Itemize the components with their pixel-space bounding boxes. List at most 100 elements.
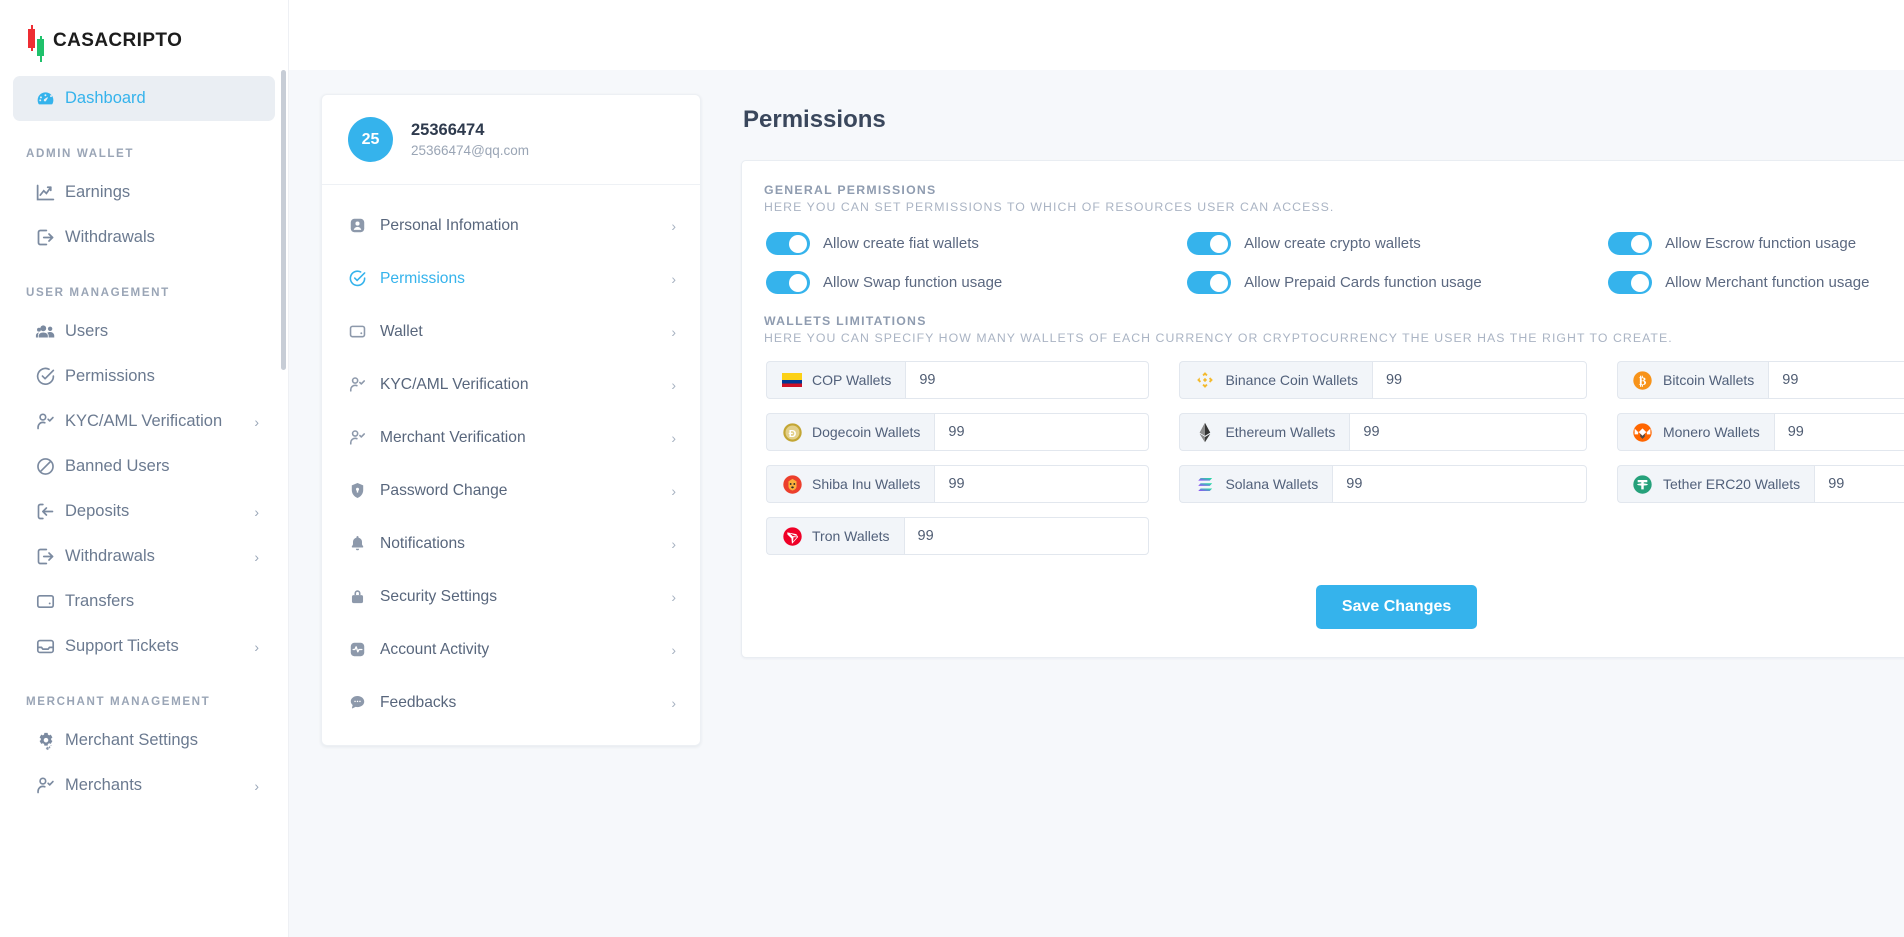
page-title: Permissions (741, 94, 1904, 160)
wallet-limit-input[interactable] (1768, 361, 1904, 399)
sidebar-item-users[interactable]: Users (13, 309, 275, 354)
toggle-allow-create-fiat-wallets[interactable]: Allow create fiat wallets (766, 232, 1187, 255)
wallet-limit-input[interactable] (1372, 361, 1587, 399)
toggle-switch[interactable] (766, 232, 810, 255)
wallet-limit-input[interactable] (934, 465, 1149, 503)
binance-coin-icon (1194, 369, 1216, 391)
toggle-allow-create-crypto-wallets[interactable]: Allow create crypto wallets (1187, 232, 1608, 255)
chevron-right-icon: › (671, 271, 676, 287)
toggle-allow-swap-function-usage[interactable]: Allow Swap function usage (766, 271, 1187, 294)
shiba-inu-icon (781, 473, 803, 495)
inbox-icon (35, 636, 65, 657)
candlestick-logo-icon (28, 26, 44, 56)
sidebar-item-support-tickets[interactable]: Support Tickets › (13, 624, 275, 669)
toggle-allow-prepaid-cards-function-usage[interactable]: Allow Prepaid Cards function usage (1187, 271, 1608, 294)
chevron-right-icon: › (671, 218, 676, 234)
sidebar-item-earnings[interactable]: Earnings (13, 170, 275, 215)
user-nav-feedbacks[interactable]: Feedbacks › (322, 676, 700, 729)
sidebar-item-merchant-settings[interactable]: Merchant Settings (13, 718, 275, 763)
toggle-switch[interactable] (1187, 232, 1231, 255)
user-nav-security-settings[interactable]: Security Settings › (322, 570, 700, 623)
chevron-right-icon: › (254, 779, 259, 793)
user-nav-notifications[interactable]: Notifications › (322, 517, 700, 570)
user-nav-wallet[interactable]: Wallet › (322, 305, 700, 358)
wallet-limit-input[interactable] (1349, 413, 1587, 451)
toggle-switch[interactable] (766, 271, 810, 294)
toggle-label: Allow create fiat wallets (823, 235, 979, 252)
sidebar-item-withdrawals[interactable]: Withdrawals › (13, 534, 275, 579)
wallet-label: Tron Wallets (812, 528, 890, 544)
toggle-switch[interactable] (1608, 232, 1652, 255)
user-email: 25366474@qq.com (411, 143, 529, 158)
sidebar-item-deposits[interactable]: Deposits › (13, 489, 275, 534)
wallet-tag: Monero Wallets (1617, 413, 1774, 451)
toggle-allow-merchant-function-usage[interactable]: Allow Merchant function usage (1608, 271, 1904, 294)
sidebar-item-permissions[interactable]: Permissions (13, 354, 275, 399)
sidebar: CASACRIPTO Dashboard ADMIN WALLET Earnin… (0, 0, 289, 937)
user-detail-card: 25 25366474 25366474@qq.com Personal Inf… (321, 94, 701, 746)
wallet-limit-bitcoin: ₿ Bitcoin Wallets (1617, 361, 1904, 399)
svg-text:Đ: Đ (788, 427, 796, 439)
sidebar-item-merchants[interactable]: Merchants › (13, 763, 275, 808)
user-card-header: 25 25366474 25366474@qq.com (322, 95, 700, 185)
check-circle-icon (35, 366, 65, 387)
user-nav-personal-information[interactable]: Personal Infomation › (322, 199, 700, 252)
content-area: 25 25366474 25366474@qq.com Personal Inf… (289, 70, 1904, 937)
bitcoin-icon: ₿ (1632, 369, 1654, 391)
wallet-limit-solana: Solana Wallets (1179, 465, 1587, 503)
wallet-limit-input[interactable] (1814, 465, 1904, 503)
wallet-limit-input[interactable] (1774, 413, 1904, 451)
save-changes-button[interactable]: Save Changes (1316, 585, 1477, 629)
sidebar-item-label: Dashboard (65, 89, 253, 108)
wallet-label: Bitcoin Wallets (1663, 372, 1754, 388)
wallet-limit-input[interactable] (905, 361, 1149, 399)
main-area: Administrator admin ▾ 25 25366474 253664… (289, 0, 1904, 937)
brand-logo[interactable]: CASACRIPTO (0, 0, 288, 62)
user-nav-password-change[interactable]: Password Change › (322, 464, 700, 517)
sidebar-item-label: Merchant Settings (65, 731, 253, 750)
chevron-right-icon: › (254, 550, 259, 564)
general-permissions-toggles: Allow create fiat wallets Allow create c… (764, 232, 1904, 294)
wallets-limitations-subheading: HERE YOU CAN SPECIFY HOW MANY WALLETS OF… (764, 331, 1904, 345)
chevron-right-icon: › (671, 377, 676, 393)
wallet-limit-input[interactable] (1332, 465, 1587, 503)
toggle-allow-escrow-function-usage[interactable]: Allow Escrow function usage (1608, 232, 1904, 255)
sidebar-item-label: Merchants (65, 776, 254, 795)
permissions-panel: Permissions GENERAL PERMISSIONS HERE YOU… (741, 94, 1904, 658)
sidebar-item-label: Permissions (65, 367, 253, 386)
user-nav-account-activity[interactable]: Account Activity › (322, 623, 700, 676)
user-initials-avatar: 25 (348, 117, 393, 162)
wallet-limit-input[interactable] (904, 517, 1150, 555)
sidebar-item-transfers[interactable]: Transfers (13, 579, 275, 624)
user-nav-label: Merchant Verification (380, 429, 671, 447)
wallet-limits-grid: COP Wallets Binance Coin Wallets (764, 361, 1904, 555)
user-nav-label: Wallet (380, 323, 671, 341)
sidebar-item-withdrawals-admin[interactable]: Withdrawals (13, 215, 275, 260)
sidebar-section-title: ADMIN WALLET (0, 121, 288, 170)
user-nav-merchant-verification[interactable]: Merchant Verification › (322, 411, 700, 464)
ban-icon (35, 456, 65, 477)
ethereum-icon (1194, 421, 1216, 443)
user-nav-label: Permissions (380, 270, 671, 288)
colombia-flag-icon (781, 369, 803, 391)
dogecoin-icon: Đ (781, 421, 803, 443)
toggle-label: Allow Prepaid Cards function usage (1244, 274, 1482, 291)
deposit-icon (35, 501, 65, 522)
sidebar-item-label: Withdrawals (65, 228, 253, 247)
tether-icon (1632, 473, 1654, 495)
wallet-label: Monero Wallets (1663, 424, 1760, 440)
toggle-switch[interactable] (1187, 271, 1231, 294)
users-icon (35, 321, 65, 343)
sidebar-section-title: USER MANAGEMENT (0, 260, 288, 309)
sidebar-item-kyc-aml-verification[interactable]: KYC/AML Verification › (13, 399, 275, 444)
wallet-limit-tether-erc20: Tether ERC20 Wallets (1617, 465, 1904, 503)
wallet-limit-input[interactable] (934, 413, 1149, 451)
sidebar-item-banned-users[interactable]: Banned Users (13, 444, 275, 489)
toggle-switch[interactable] (1608, 271, 1652, 294)
user-nav-kyc-aml-verification[interactable]: KYC/AML Verification › (322, 358, 700, 411)
user-nav-permissions[interactable]: Permissions › (322, 252, 700, 305)
sidebar-scrollbar[interactable] (281, 70, 286, 370)
sidebar-item-dashboard[interactable]: Dashboard (13, 76, 275, 121)
tron-icon (781, 525, 803, 547)
user-check-icon (35, 775, 65, 796)
